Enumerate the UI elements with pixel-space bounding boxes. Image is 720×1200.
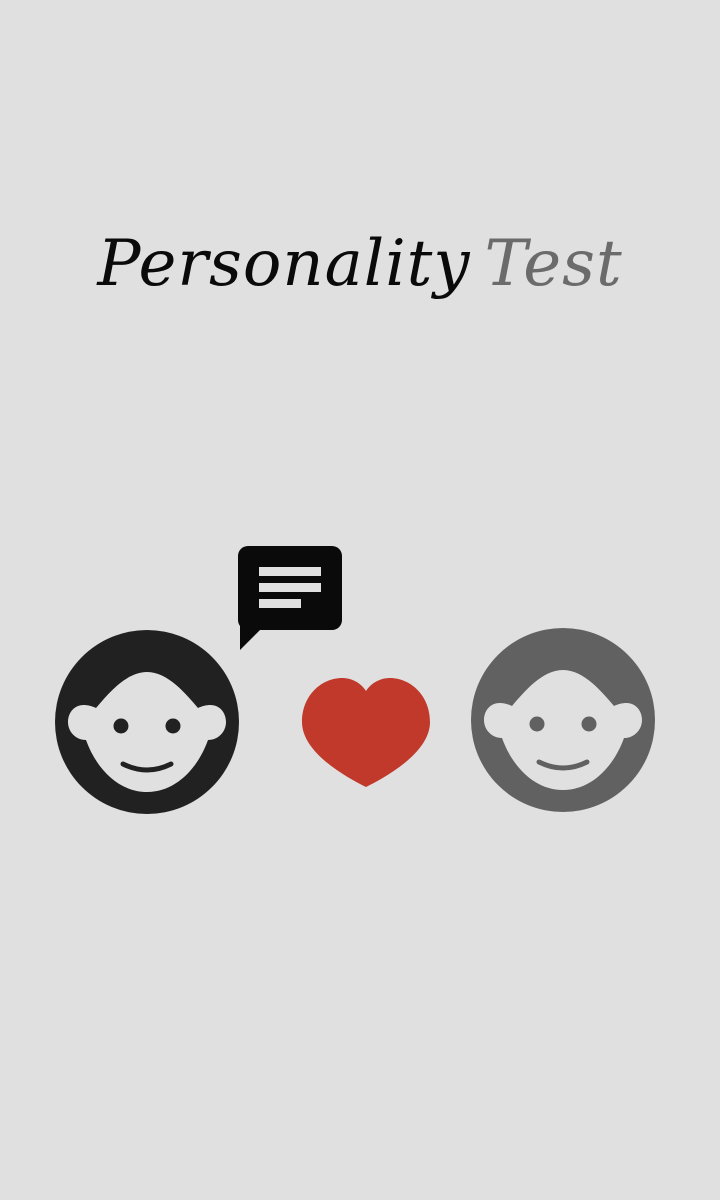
app-title-secondary: Test [484, 227, 623, 301]
person-left-icon [55, 630, 239, 814]
app-title: Personality Test [0, 222, 720, 306]
heart-icon [302, 678, 430, 787]
splash-illustration [0, 540, 720, 830]
chat-bubble-icon [238, 546, 342, 650]
person-right-icon [471, 628, 655, 812]
app-title-primary: Personality [97, 227, 471, 301]
